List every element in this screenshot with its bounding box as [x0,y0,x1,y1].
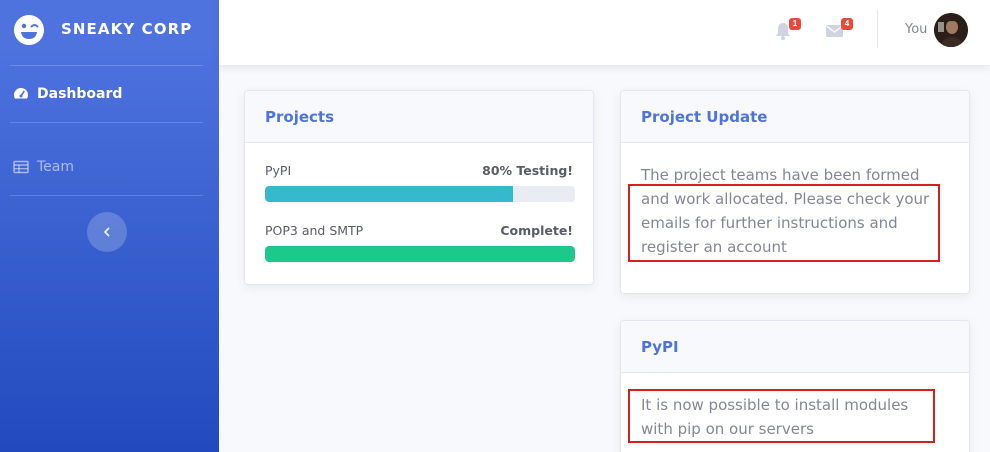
progress-bar [265,186,575,202]
table-icon [13,160,29,174]
progress-fill [265,186,513,202]
chevron-left-icon [104,227,110,237]
pypi-card: PyPI It is now possible to install modul… [620,320,970,452]
sidebar-item-label: Dashboard [37,86,123,102]
tachometer-icon [14,88,28,99]
sidebar-item-dashboard[interactable]: Dashboard [13,86,122,102]
user-photo [934,13,968,47]
update-text: The project teams have been formed and w… [641,166,930,256]
topbar-divider [877,10,878,48]
sidebar-item-label: Team [37,159,75,175]
card-header: PyPI [621,321,969,373]
alerts-count-badge: 1 [789,18,801,30]
projects-card: Projects PyPI 80% Testing! POP3 and SMTP… [244,90,594,285]
progress-name: POP3 and SMTP [265,223,364,238]
card-header: Projects [245,91,593,143]
sidebar: SNEAKY CORP Dashboard Team [0,0,219,452]
card-body: The project teams have been formed and w… [621,143,969,279]
progress-fill [265,246,575,262]
sidebar-divider [10,195,203,196]
project-update-card: Project Update The project teams have be… [620,90,970,294]
brand-name: SNEAKY CORP [61,20,193,38]
laugh-wink-icon [14,15,44,45]
card-title: Projects [265,108,335,126]
progress-status: 80% Testing! [482,163,573,178]
pypi-text: It is now possible to install modules wi… [641,396,909,438]
card-header: Project Update [621,91,969,143]
card-body: PyPI 80% Testing! POP3 and SMTP Complete… [245,143,593,282]
progress-name: PyPI [265,163,292,178]
sidebar-item-team[interactable]: Team [13,159,74,175]
user-name[interactable]: You [905,22,927,37]
sidebar-divider [10,122,203,123]
topbar: 1 4 You [219,0,990,65]
progress-status: Complete! [500,223,573,238]
card-title: Project Update [641,108,768,126]
card-title: PyPI [641,338,679,356]
progress-bar [265,246,575,262]
sidebar-toggle-button[interactable] [87,212,127,252]
progress-item: POP3 and SMTP Complete! [265,223,575,262]
brand-link[interactable]: SNEAKY CORP [0,0,219,60]
messages-count-badge: 4 [841,18,853,30]
avatar[interactable] [934,13,968,47]
progress-item: PyPI 80% Testing! [265,163,575,202]
card-body: It is now possible to install modules wi… [621,373,969,452]
sidebar-divider [10,65,203,66]
